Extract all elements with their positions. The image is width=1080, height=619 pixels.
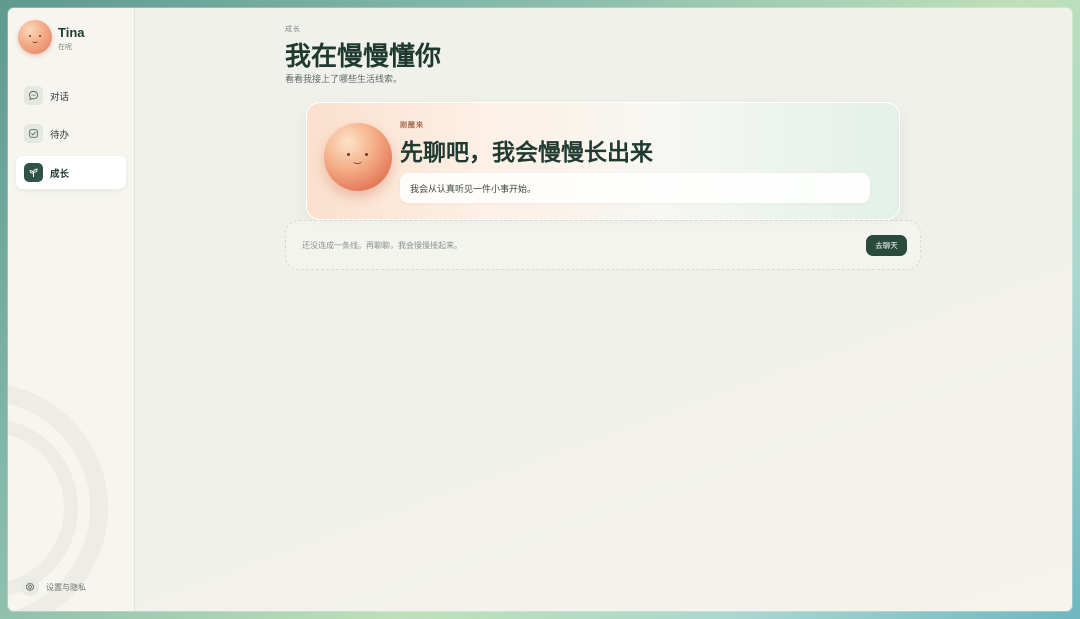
decorative-ring-inner xyxy=(8,418,78,598)
settings-privacy-button[interactable]: 设置与隐私 xyxy=(21,578,121,598)
avatar-eye-left xyxy=(29,35,31,37)
chat-bubble-icon xyxy=(24,86,43,105)
empty-state-card: 还没连成一条线。再聊聊，我会慢慢接起来。 去聊天 xyxy=(285,220,921,270)
orb-eye-left xyxy=(347,153,350,156)
decorative-ring xyxy=(8,383,108,611)
profile-status: 在呢 xyxy=(58,43,72,51)
checkbox-icon xyxy=(24,124,43,143)
main-content: 成长 我在慢慢懂你 看看我接上了哪些生活线索。 刚醒来 先聊吧，我会慢慢长出来 … xyxy=(135,8,1072,611)
page-subtitle: 看看我接上了哪些生活线索。 xyxy=(285,75,403,85)
empty-state-text: 还没连成一条线。再聊聊，我会慢慢接起来。 xyxy=(302,241,462,250)
go-chat-button[interactable]: 去聊天 xyxy=(866,235,907,256)
sprout-icon xyxy=(24,163,43,182)
sidebar-item-label: 对话 xyxy=(50,92,70,103)
sidebar-item-todo[interactable]: 待办 xyxy=(16,117,126,150)
sidebar-item-label: 待办 xyxy=(50,130,70,141)
companion-orb xyxy=(324,123,392,191)
avatar-mouth xyxy=(32,39,38,43)
hero-title: 先聊吧，我会慢慢长出来 xyxy=(400,140,653,166)
hero-card: 刚醒来 先聊吧，我会慢慢长出来 我会从认真听见一件小事开始。 xyxy=(306,102,900,220)
hero-note: 我会从认真听见一件小事开始。 xyxy=(400,173,870,203)
sidebar-item-label: 成长 xyxy=(50,169,70,180)
page-title: 我在慢慢懂你 xyxy=(285,42,442,72)
page-eyebrow: 成长 xyxy=(285,25,301,33)
orb-eye-right xyxy=(365,153,368,156)
avatar-eye-right xyxy=(39,35,41,37)
app-window: Tina 在呢 对话 待办 成长 设置与隐私 成长 我在慢慢懂你 看看我接上了哪… xyxy=(8,8,1072,611)
avatar xyxy=(18,20,52,54)
gear-icon xyxy=(21,578,39,596)
settings-label: 设置与隐私 xyxy=(46,583,86,592)
profile-name: Tina xyxy=(58,25,85,40)
sidebar-item-growth[interactable]: 成长 xyxy=(16,156,126,189)
hero-note-text: 我会从认真听见一件小事开始。 xyxy=(410,185,537,195)
profile-header[interactable]: Tina 在呢 xyxy=(18,20,128,56)
sidebar-item-chat[interactable]: 对话 xyxy=(16,79,126,112)
sidebar: Tina 在呢 对话 待办 成长 设置与隐私 xyxy=(8,8,135,611)
hero-eyebrow: 刚醒来 xyxy=(400,121,424,129)
orb-mouth xyxy=(353,159,362,164)
